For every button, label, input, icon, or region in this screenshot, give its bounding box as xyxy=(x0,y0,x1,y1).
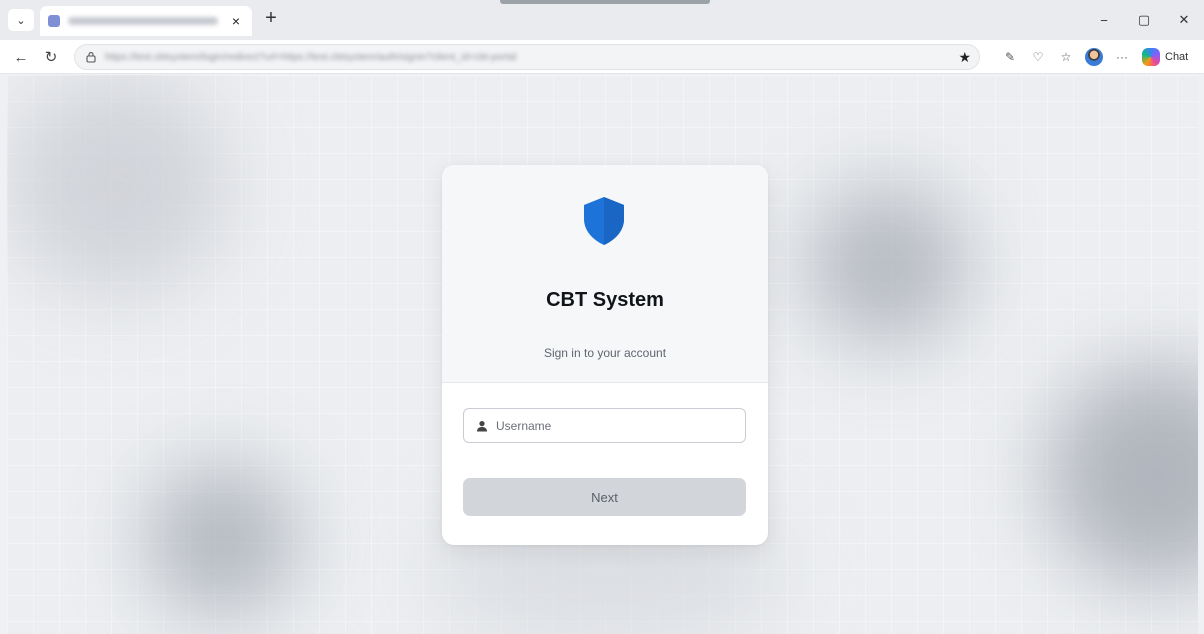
shield-icon xyxy=(584,197,624,245)
tab-close-icon[interactable]: × xyxy=(228,13,244,29)
background-blur-blob xyxy=(1047,365,1198,585)
address-bar[interactable]: https://test.cbtsystem/login/redirect?ur… xyxy=(74,44,980,70)
toolbar-extensions: ✎ ♡ ☆ ··· xyxy=(996,46,1136,68)
login-card-header: CBT System Sign in to your account xyxy=(442,165,768,383)
restore-button[interactable]: ▢ xyxy=(1124,0,1164,40)
more-menu-icon[interactable]: ··· xyxy=(1108,46,1136,68)
back-arrow-icon[interactable]: ← xyxy=(10,46,32,68)
new-tab-plus-icon[interactable]: + xyxy=(260,8,282,30)
username-input[interactable] xyxy=(496,418,733,433)
tab-actions-chevron-icon[interactable]: ⌄ xyxy=(8,9,34,31)
extension-puzzle-icon[interactable]: ✎ xyxy=(996,46,1024,68)
favorites-list-icon[interactable]: ☆ xyxy=(1052,46,1080,68)
next-button[interactable]: Next xyxy=(463,478,746,516)
favorite-star-icon[interactable]: ★ xyxy=(958,49,971,66)
browser-tab-active[interactable]: × xyxy=(40,6,252,36)
background-blur-blob xyxy=(7,75,227,295)
avatar xyxy=(1085,48,1103,66)
site-info-lock-icon[interactable] xyxy=(85,51,97,63)
window-top-indicator xyxy=(500,0,710,4)
copilot-icon xyxy=(1142,48,1160,66)
browser-essentials-icon[interactable]: ♡ xyxy=(1024,46,1052,68)
page-viewport: CBT System Sign in to your account Next xyxy=(7,75,1198,634)
username-field[interactable] xyxy=(463,408,746,443)
refresh-icon[interactable]: ↻ xyxy=(40,46,62,68)
url-text[interactable]: https://test.cbtsystem/login/redirect?ur… xyxy=(105,52,969,63)
profile-avatar[interactable] xyxy=(1080,46,1108,68)
chat-label: Chat xyxy=(1165,51,1189,63)
copilot-chat-button[interactable]: Chat xyxy=(1142,47,1188,67)
tab-title-blurred xyxy=(68,17,218,25)
page-title: CBT System xyxy=(546,289,664,311)
minimize-button[interactable]: − xyxy=(1084,0,1124,40)
browser-toolbar: ← ↻ https://test.cbtsystem/login/redirec… xyxy=(0,40,1204,74)
user-icon xyxy=(477,420,487,431)
window-controls: − ▢ ✕ xyxy=(1084,0,1204,40)
background-blur-blob xyxy=(807,185,967,345)
login-card: CBT System Sign in to your account Next xyxy=(442,165,768,545)
page-subtitle: Sign in to your account xyxy=(543,346,667,360)
browser-title-bar: ⌄ × + − ▢ ✕ xyxy=(0,0,1204,40)
close-window-button[interactable]: ✕ xyxy=(1164,0,1204,40)
background-blur-blob xyxy=(147,465,297,615)
tab-favicon-icon xyxy=(48,15,60,27)
